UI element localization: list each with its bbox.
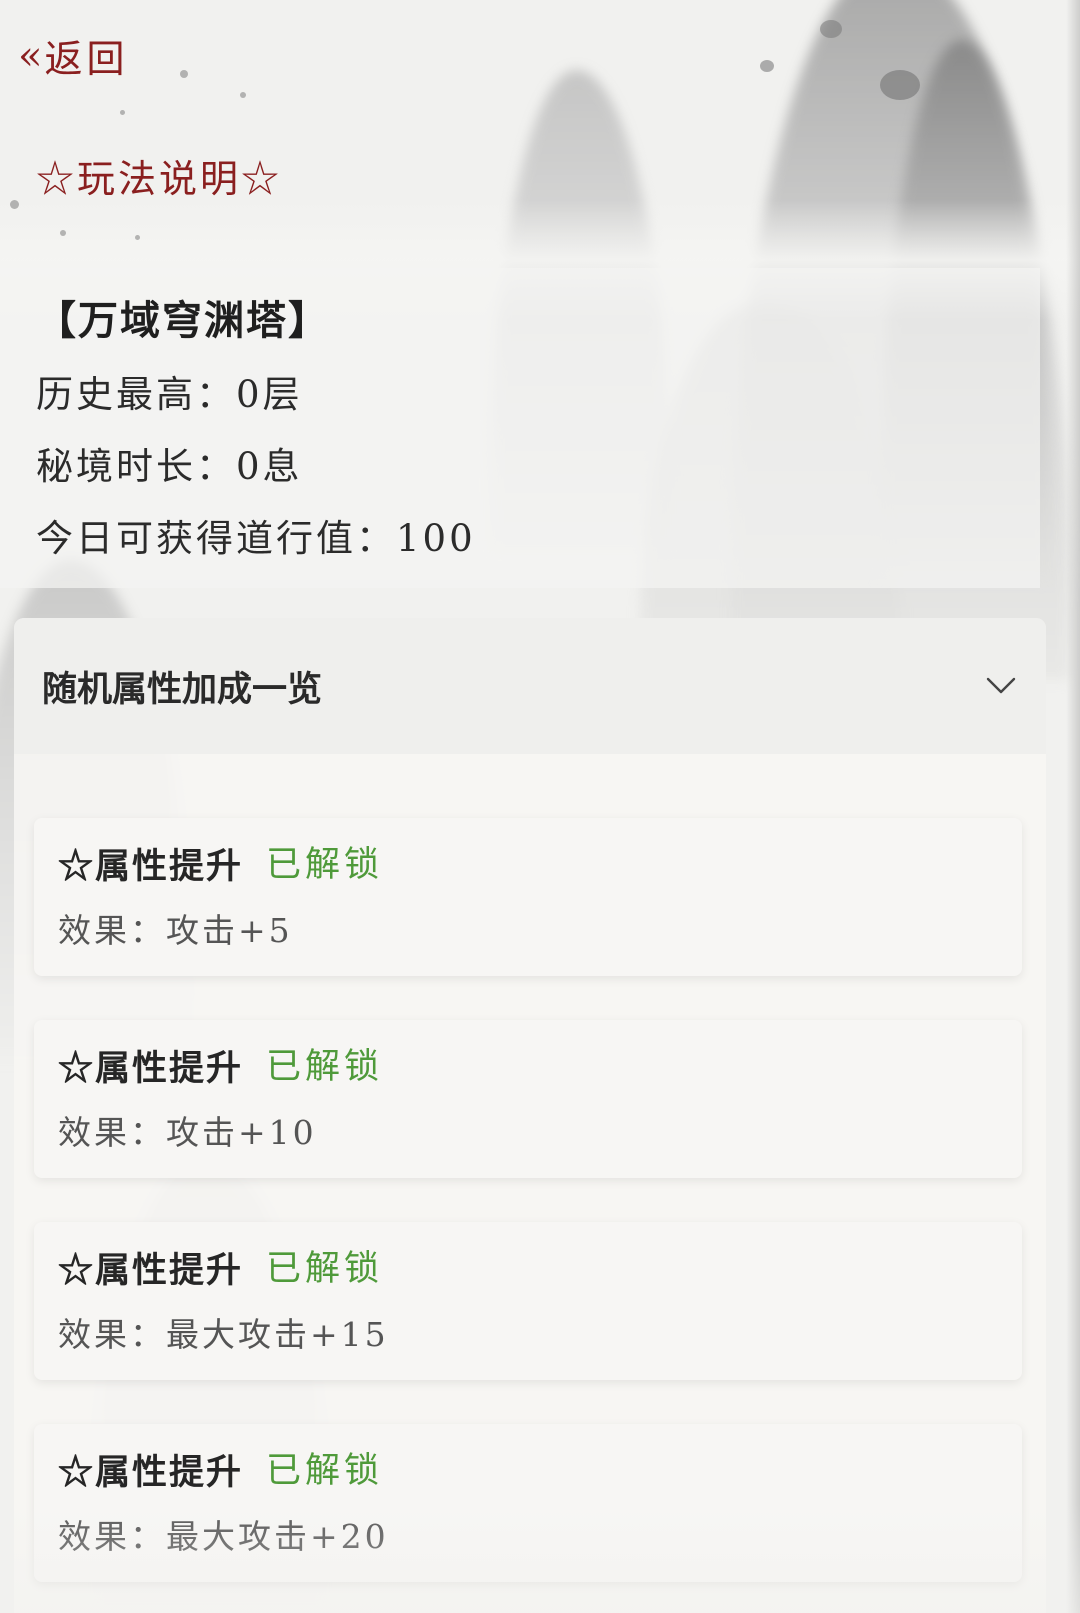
- stat-highest-floor: 历史最高：0层: [36, 373, 303, 416]
- bonus-item-effect: 效果：最大攻击+20: [58, 1517, 389, 1556]
- stat-daily-dao-value: 今日可获得道行值：100: [36, 517, 476, 560]
- rules-title-link[interactable]: ☆玩法说明☆: [36, 148, 282, 203]
- bonus-panel-header[interactable]: 随机属性加成一览: [14, 618, 1046, 754]
- bonus-panel-title: 随机属性加成一览: [42, 669, 323, 710]
- bonus-item-title: ☆属性提升: [58, 1250, 244, 1291]
- bonus-item-status: 已解锁: [266, 1451, 384, 1491]
- double-chevron-left-icon: «: [18, 32, 43, 79]
- bonus-item-title: ☆属性提升: [58, 1048, 244, 1089]
- tower-name: 【万域穹渊塔】: [36, 297, 330, 344]
- bonus-item-effect: 效果：攻击+5: [58, 911, 293, 950]
- bonus-item-title: ☆属性提升: [58, 846, 244, 887]
- bonus-item-status: 已解锁: [266, 1047, 384, 1087]
- bonus-item-effect: 效果：攻击+10: [58, 1113, 317, 1152]
- tower-info-panel: 【万域穹渊塔】 历史最高：0层 秘境时长：0息 今日可获得道行值：100: [0, 268, 1040, 588]
- chevron-down-icon[interactable]: [986, 671, 1016, 701]
- random-attribute-bonus-panel: 随机属性加成一览 ☆属性提升 已解锁 效果：攻击+5 ☆属性提升 已解锁 效果：…: [14, 618, 1046, 1613]
- bonus-item-status: 已解锁: [266, 1249, 384, 1289]
- back-label: 返回: [44, 37, 129, 81]
- scrollbar-track: [1066, 0, 1080, 1613]
- bonus-item-effect: 效果：最大攻击+15: [58, 1315, 389, 1354]
- bonus-item: ☆属性提升 已解锁 效果：攻击+10: [34, 1020, 1022, 1178]
- bonus-item: ☆属性提升 已解锁 效果：攻击+5: [34, 818, 1022, 976]
- bonus-item-title: ☆属性提升: [58, 1452, 244, 1493]
- bonus-item-status: 已解锁: [266, 845, 384, 885]
- bonus-item: ☆属性提升 已解锁 效果：最大攻击+15: [34, 1222, 1022, 1380]
- stat-realm-duration: 秘境时长：0息: [36, 445, 303, 488]
- back-button[interactable]: « 返回: [18, 28, 129, 83]
- bonus-item: ☆属性提升 已解锁 效果：最大攻击+20: [34, 1424, 1022, 1582]
